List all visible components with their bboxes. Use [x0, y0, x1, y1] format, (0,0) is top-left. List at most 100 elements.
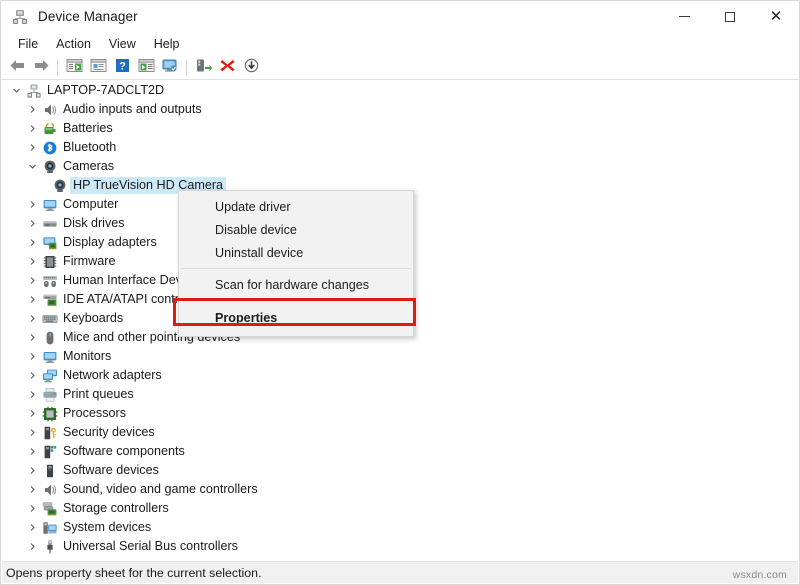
security-device-icon: [40, 425, 60, 441]
hid-icon: [40, 273, 60, 289]
tree-item-universal-serial-bus-controllers[interactable]: Universal Serial Bus controllers: [2, 537, 798, 556]
status-text: Opens property sheet for the current sel…: [6, 565, 262, 580]
menu-help[interactable]: Help: [145, 34, 189, 54]
battery-icon: [40, 121, 60, 137]
chevron-right-icon[interactable]: [24, 466, 40, 475]
chevron-right-icon[interactable]: [24, 105, 40, 114]
disk-drive-icon: [40, 216, 60, 232]
chevron-right-icon[interactable]: [24, 447, 40, 456]
tree-item-processors[interactable]: Processors: [2, 404, 798, 423]
context-menu: Update driver Disable device Uninstall d…: [178, 190, 414, 337]
chevron-down-icon[interactable]: [8, 86, 24, 95]
context-properties[interactable]: Properties: [179, 305, 413, 331]
chevron-right-icon[interactable]: [24, 200, 40, 209]
tree-item-label: Audio inputs and outputs: [63, 102, 202, 116]
context-scan-hardware[interactable]: Scan for hardware changes: [179, 273, 413, 296]
uninstall-device-button[interactable]: [215, 57, 239, 79]
mouse-icon: [40, 330, 60, 346]
tree-item-label: Security devices: [63, 425, 155, 439]
context-update-driver[interactable]: Update driver: [179, 195, 413, 218]
back-button[interactable]: [5, 57, 29, 79]
chevron-right-icon[interactable]: [24, 523, 40, 532]
context-menu-tail: [179, 331, 413, 336]
tree-item-label: Software components: [63, 444, 185, 458]
chevron-right-icon[interactable]: [24, 238, 40, 247]
tree-item-monitors[interactable]: Monitors: [2, 347, 798, 366]
tree-item-label: System devices: [63, 520, 152, 534]
chevron-right-icon[interactable]: [24, 257, 40, 266]
tree-item-label: Print queues: [63, 387, 134, 401]
menu-view[interactable]: View: [100, 34, 145, 54]
status-bar: Opens property sheet for the current sel…: [2, 561, 798, 583]
menu-file[interactable]: File: [9, 34, 47, 54]
chevron-right-icon[interactable]: [24, 314, 40, 323]
tree-item-system-devices[interactable]: System devices: [2, 518, 798, 537]
uninstall-device-icon: [219, 58, 236, 78]
window-controls: ✕: [661, 1, 799, 32]
tree-item-label: Disk drives: [63, 216, 125, 230]
monitor-icon: [40, 349, 60, 365]
tree-item-audio-inputs-and-outputs[interactable]: Audio inputs and outputs: [2, 100, 798, 119]
close-icon: ✕: [769, 8, 783, 25]
menu-bar: File Action View Help: [1, 32, 799, 56]
context-uninstall-device[interactable]: Uninstall device: [179, 241, 413, 264]
monitor-icon: [40, 197, 60, 213]
tree-item-label: Firmware: [63, 254, 116, 268]
chevron-right-icon[interactable]: [24, 409, 40, 418]
chevron-right-icon[interactable]: [24, 428, 40, 437]
bluetooth-icon: [40, 140, 60, 156]
chevron-right-icon[interactable]: [24, 333, 40, 342]
tree-item-storage-controllers[interactable]: Storage controllers: [2, 499, 798, 518]
context-disable-device[interactable]: Disable device: [179, 218, 413, 241]
chevron-right-icon[interactable]: [24, 485, 40, 494]
tree-item-network-adapters[interactable]: Network adapters: [2, 366, 798, 385]
chevron-right-icon[interactable]: [24, 276, 40, 285]
tree-item-software-components[interactable]: Software components: [2, 442, 798, 461]
tree-item-sound-video-and-game-controllers[interactable]: Sound, video and game controllers: [2, 480, 798, 499]
tree-item-label: LAPTOP-7ADCLT2D: [47, 83, 165, 97]
chevron-right-icon[interactable]: [24, 143, 40, 152]
help-button[interactable]: ?: [110, 57, 134, 79]
maximize-button[interactable]: [707, 1, 753, 32]
toolbar: ?: [1, 56, 799, 80]
chevron-down-icon[interactable]: [24, 162, 40, 171]
printer-icon: [40, 387, 60, 403]
show-hide-action-pane-button[interactable]: [134, 57, 158, 79]
tree-item-label: Monitors: [63, 349, 112, 363]
properties-window-button[interactable]: [86, 57, 110, 79]
svg-text:?: ?: [119, 60, 126, 72]
tree-item-label: Bluetooth: [63, 140, 117, 154]
chevron-right-icon[interactable]: [24, 352, 40, 361]
speaker-icon: [40, 482, 60, 498]
minimize-icon: [678, 16, 690, 17]
window-title: Device Manager: [38, 9, 138, 24]
chevron-right-icon[interactable]: [24, 542, 40, 551]
minimize-button[interactable]: [661, 1, 707, 32]
tree-item-root[interactable]: LAPTOP-7ADCLT2D: [2, 81, 798, 100]
tree-item-security-devices[interactable]: Security devices: [2, 423, 798, 442]
disable-device-button[interactable]: [239, 57, 263, 79]
tree-item-print-queues[interactable]: Print queues: [2, 385, 798, 404]
chevron-right-icon[interactable]: [24, 390, 40, 399]
forward-button[interactable]: [29, 57, 53, 79]
chevron-right-icon[interactable]: [24, 219, 40, 228]
forward-icon: [33, 58, 50, 78]
chevron-right-icon[interactable]: [24, 504, 40, 513]
title-bar: Device Manager ✕: [1, 1, 799, 32]
device-manager-window: Device Manager ✕ File Action View Help ?…: [0, 0, 800, 585]
tree-item-software-devices[interactable]: Software devices: [2, 461, 798, 480]
update-driver-button[interactable]: [191, 57, 215, 79]
tree-item-bluetooth[interactable]: Bluetooth: [2, 138, 798, 157]
camera-icon: [40, 159, 60, 175]
help-icon: ?: [114, 58, 131, 78]
show-hide-console-tree-button[interactable]: [62, 57, 86, 79]
chevron-right-icon[interactable]: [24, 295, 40, 304]
menu-action[interactable]: Action: [47, 34, 100, 54]
chevron-right-icon[interactable]: [24, 124, 40, 133]
close-button[interactable]: ✕: [753, 1, 799, 32]
software-device-icon: [40, 463, 60, 479]
tree-item-batteries[interactable]: Batteries: [2, 119, 798, 138]
tree-item-cameras[interactable]: Cameras: [2, 157, 798, 176]
display-device-button[interactable]: [158, 57, 182, 79]
chevron-right-icon[interactable]: [24, 371, 40, 380]
